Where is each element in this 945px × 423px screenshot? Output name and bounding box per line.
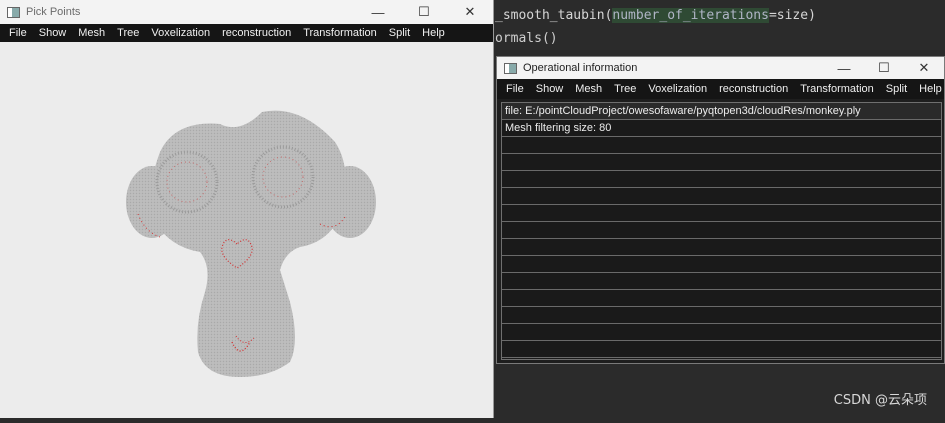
minimize-icon[interactable]: —	[355, 0, 401, 24]
menu-help[interactable]: Help	[913, 83, 945, 95]
menu-voxelization[interactable]: Voxelization	[145, 27, 216, 39]
list-item[interactable]	[502, 205, 941, 222]
list-item[interactable]	[502, 341, 941, 358]
minimize-icon[interactable]: —	[824, 57, 864, 79]
list-item[interactable]	[502, 239, 941, 256]
watermark: CSDN @云朵项	[833, 393, 927, 408]
menu-show[interactable]: Show	[530, 83, 570, 95]
pick-points-titlebar[interactable]: Pick Points — ☐ ✕	[0, 0, 493, 24]
code-line-1: _smooth_taubin(number_of_iterations=size…	[495, 8, 816, 23]
menu-mesh[interactable]: Mesh	[569, 83, 608, 95]
code-line-2: ormals()	[495, 31, 558, 46]
menu-show[interactable]: Show	[33, 27, 73, 39]
list-item[interactable]: file: E:/pointCloudProject/owesofaware/p…	[502, 103, 941, 120]
window-title: Pick Points	[26, 6, 81, 18]
menu-split[interactable]: Split	[880, 83, 913, 95]
menu-mesh[interactable]: Mesh	[72, 27, 111, 39]
list-item[interactable]	[502, 256, 941, 273]
list-item[interactable]	[502, 273, 941, 290]
list-item[interactable]	[502, 290, 941, 307]
list-item[interactable]	[502, 307, 941, 324]
list-item[interactable]	[502, 188, 941, 205]
menu-file[interactable]: File	[3, 27, 33, 39]
menu-split[interactable]: Split	[383, 27, 416, 39]
list-item[interactable]	[502, 324, 941, 341]
menu-reconstruction[interactable]: reconstruction	[713, 83, 794, 95]
list-item[interactable]	[502, 137, 941, 154]
3d-viewport[interactable]	[0, 42, 493, 418]
op-titlebar[interactable]: Operational information — ☐ ✕	[497, 57, 944, 79]
list-item[interactable]: Mesh filtering size: 80	[502, 120, 941, 137]
menu-tree[interactable]: Tree	[608, 83, 642, 95]
close-icon[interactable]: ✕	[447, 0, 493, 24]
maximize-icon[interactable]: ☐	[401, 0, 447, 24]
app-icon	[7, 6, 20, 18]
menu-help[interactable]: Help	[416, 27, 451, 39]
pick-points-menubar: File Show Mesh Tree Voxelization reconst…	[0, 24, 493, 42]
menu-transformation[interactable]: Transformation	[794, 83, 880, 95]
menu-tree[interactable]: Tree	[111, 27, 145, 39]
menu-voxelization[interactable]: Voxelization	[642, 83, 713, 95]
menu-file[interactable]: File	[500, 83, 530, 95]
list-item[interactable]	[502, 154, 941, 171]
window-title: Operational information	[523, 62, 638, 74]
close-icon[interactable]: ✕	[904, 57, 944, 79]
info-list[interactable]: file: E:/pointCloudProject/owesofaware/p…	[501, 102, 942, 360]
maximize-icon[interactable]: ☐	[864, 57, 904, 79]
list-item[interactable]	[502, 222, 941, 239]
list-item[interactable]	[502, 171, 941, 188]
monkey-mesh	[126, 110, 376, 377]
operational-information-window: Operational information — ☐ ✕ File Show …	[496, 56, 945, 364]
menu-reconstruction[interactable]: reconstruction	[216, 27, 297, 39]
op-menubar: File Show Mesh Tree Voxelization reconst…	[497, 79, 944, 99]
pick-points-window: Pick Points — ☐ ✕ File Show Mesh Tree Vo…	[0, 0, 494, 418]
menu-transformation[interactable]: Transformation	[297, 27, 383, 39]
app-icon	[504, 62, 517, 74]
